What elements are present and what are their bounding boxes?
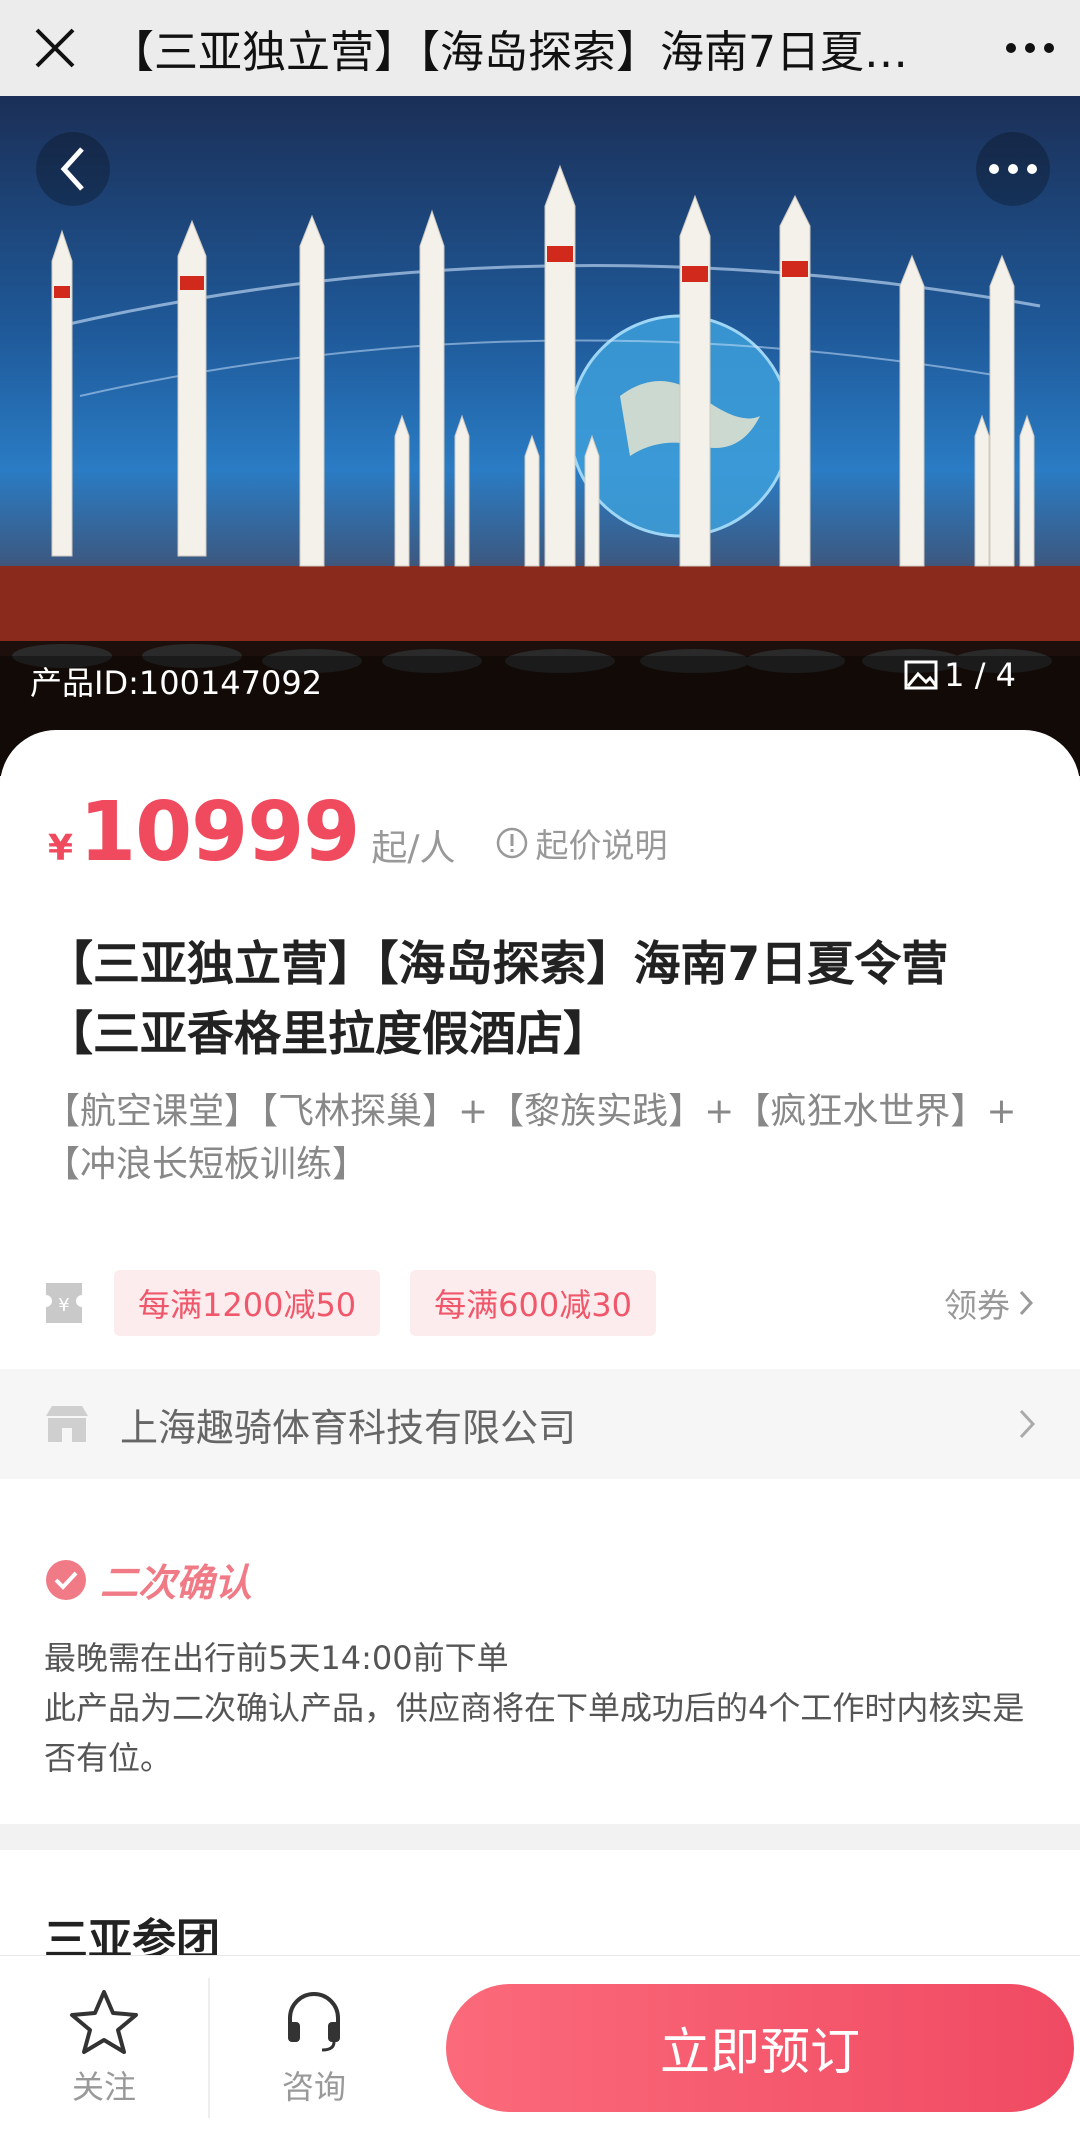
price-note-link[interactable]: 起价说明 (495, 819, 667, 867)
product-title: 【三亚独立营】【海岛探索】海南7日夏令营【三亚香格里拉度假酒店】 (46, 937, 949, 1062)
svg-text:¥: ¥ (58, 1295, 69, 1316)
supplier-row[interactable]: 上海趣骑体育科技有限公司 (0, 1369, 1080, 1479)
bottom-action-bar: 关注 咨询 立即预订 (0, 1955, 1080, 2139)
coupon-tag[interactable]: 每满1200减50 (114, 1270, 381, 1336)
close-button[interactable] (0, 0, 110, 96)
coupon-tag[interactable]: 每满600减30 (410, 1270, 656, 1336)
image-counter: 1 / 4 (904, 656, 1016, 694)
follow-label: 关注 (71, 2067, 136, 2106)
more-icon (1006, 43, 1054, 53)
supplier-name: 上海趣骑体育科技有限公司 (120, 1405, 577, 1450)
webview-topbar: 【三亚独立营】【海岛探索】海南7日夏… (0, 0, 1080, 96)
get-coupon-label: 领券 (944, 1286, 1010, 1325)
chevron-right-icon (1019, 1290, 1034, 1316)
price-currency: ¥ (48, 828, 74, 869)
follow-button[interactable]: 关注 (0, 1978, 208, 2118)
page-title: 【三亚独立营】【海岛探索】海南7日夏… (110, 27, 908, 78)
image-counter-text: 1 / 4 (944, 656, 1016, 694)
book-now-button[interactable]: 立即预订 (446, 1983, 1074, 2112)
secondary-confirmation-section: 二次确认 最晚需在出行前5天14:00前下单 此产品为二次确认产品，供应商将在下… (0, 1512, 1080, 1824)
page: 【三亚独立营】【海岛探索】海南7日夏… 产品ID:100147092 1 / 4… (0, 0, 1080, 2139)
confirm-badge-text: 二次确认 (100, 1561, 253, 1605)
get-coupon-link[interactable]: 领券 (944, 1279, 1034, 1327)
chevron-left-icon (60, 147, 84, 191)
star-icon (70, 1989, 138, 2054)
confirm-description: 此产品为二次确认产品，供应商将在下单成功后的4个工作时内核实是否有位。 (44, 1689, 1025, 1777)
order-deadline-text: 最晚需在出行前5天14:00前下单 (44, 1639, 509, 1677)
confirm-badge: 二次确认 (44, 1552, 1036, 1607)
check-circle-icon (46, 1559, 86, 1600)
info-icon (497, 827, 528, 859)
price-unit: 起/人 (371, 828, 456, 869)
product-id: 产品ID:100147092 (30, 664, 323, 702)
more-icon (989, 164, 1037, 174)
image-icon (904, 660, 938, 690)
price-note-text: 起价说明 (535, 826, 668, 865)
back-button[interactable] (36, 132, 110, 206)
close-icon (35, 28, 75, 68)
headset-icon (288, 1991, 340, 2051)
store-icon (46, 1406, 88, 1442)
product-image-carousel[interactable]: 产品ID:100147092 1 / 4 (0, 96, 1080, 776)
consult-label: 咨询 (281, 2067, 346, 2106)
consult-button[interactable]: 咨询 (210, 1978, 418, 2118)
price-row: ¥ 10999 起/人 起价说明 (48, 785, 667, 880)
hero-more-button[interactable] (976, 132, 1050, 206)
coupon-row[interactable]: ¥ 每满1200减50 每满600减30 领券 (44, 1270, 1034, 1336)
coupon-icon: ¥ (46, 1283, 82, 1323)
chevron-right-icon (1019, 1409, 1036, 1439)
topbar-more-button[interactable] (980, 0, 1080, 96)
price-amount: 10999 (79, 785, 360, 880)
product-subtitle: 【航空课堂】【飞林探巢】+【黎族实践】+【疯狂水世界】+【冲浪长短板训练】 (44, 1091, 1017, 1185)
